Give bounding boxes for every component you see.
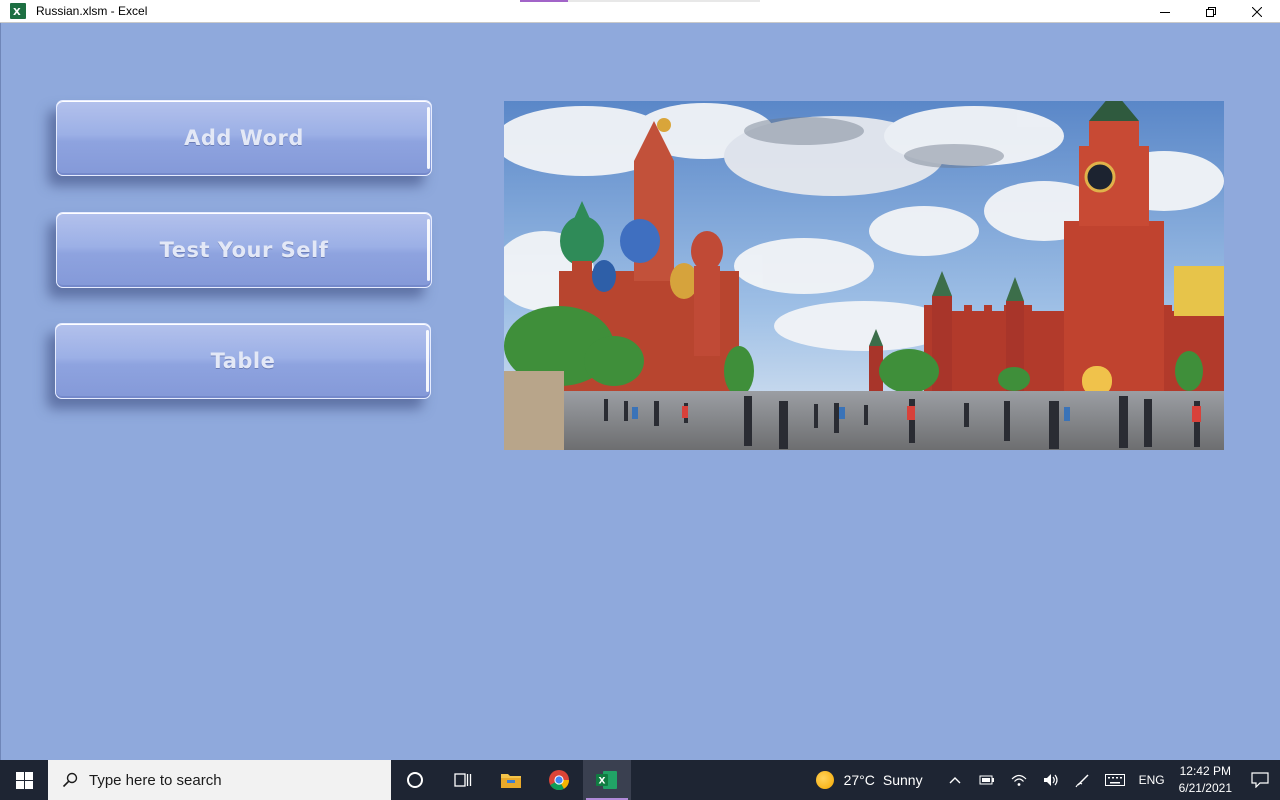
excel-icon[interactable]: X: [10, 3, 26, 19]
system-tray: 27°C Sunny ENG 12:42 PM 6/21/2021: [815, 760, 1280, 800]
clock[interactable]: 12:42 PM 6/21/2021: [1179, 763, 1232, 797]
clock-time: 12:42 PM: [1179, 764, 1231, 778]
sun-icon: [815, 771, 834, 789]
add-word-button[interactable]: Add Word: [56, 100, 432, 176]
search-icon: [62, 772, 78, 788]
svg-text:X: X: [599, 777, 606, 787]
excel-taskbar-icon[interactable]: X: [583, 760, 631, 800]
table-button[interactable]: Table: [55, 323, 431, 399]
windows-start-icon[interactable]: [0, 760, 48, 800]
taskbar-search-box[interactable]: Type here to search: [48, 760, 391, 800]
close-icon[interactable]: [1234, 0, 1280, 23]
sheet-workspace: Add Word Test Your Self Table: [0, 23, 1280, 760]
keyboard-icon[interactable]: [1099, 760, 1131, 800]
clock-date: 6/21/2021: [1178, 781, 1232, 795]
test-your-self-label: Test Your Self: [159, 238, 329, 262]
svg-text:X: X: [13, 7, 21, 18]
add-word-label: Add Word: [184, 126, 304, 150]
cortana-icon[interactable]: [391, 760, 439, 800]
test-your-self-button[interactable]: Test Your Self: [56, 212, 432, 288]
task-view-icon[interactable]: [439, 760, 487, 800]
red-square-photo: [504, 101, 1224, 450]
search-placeholder: Type here to search: [89, 771, 222, 789]
notification-icon[interactable]: [1240, 760, 1280, 800]
weather-condition: Sunny: [882, 772, 923, 788]
window-controls: [1142, 0, 1280, 23]
weather-widget[interactable]: 27°C Sunny: [815, 771, 923, 789]
chrome-icon[interactable]: [535, 760, 583, 800]
chevron-up-icon[interactable]: [939, 760, 971, 800]
table-label: Table: [210, 349, 276, 373]
pen-icon[interactable]: [1067, 760, 1099, 800]
title-accent-strip: [520, 0, 760, 2]
file-explorer-icon[interactable]: [487, 760, 535, 800]
taskbar: Type here to search X 27°C Sunny ENG 12:…: [0, 760, 1280, 800]
language-indicator[interactable]: ENG: [1139, 773, 1165, 787]
weather-temp: 27°C: [843, 772, 875, 788]
restore-icon[interactable]: [1188, 0, 1234, 23]
battery-icon[interactable]: [971, 760, 1003, 800]
minimize-icon[interactable]: [1142, 0, 1188, 23]
title-bar: X Russian.xlsm - Excel: [0, 0, 1280, 23]
wifi-icon[interactable]: [1003, 760, 1035, 800]
window-title: Russian.xlsm - Excel: [36, 4, 148, 18]
volume-icon[interactable]: [1035, 760, 1067, 800]
